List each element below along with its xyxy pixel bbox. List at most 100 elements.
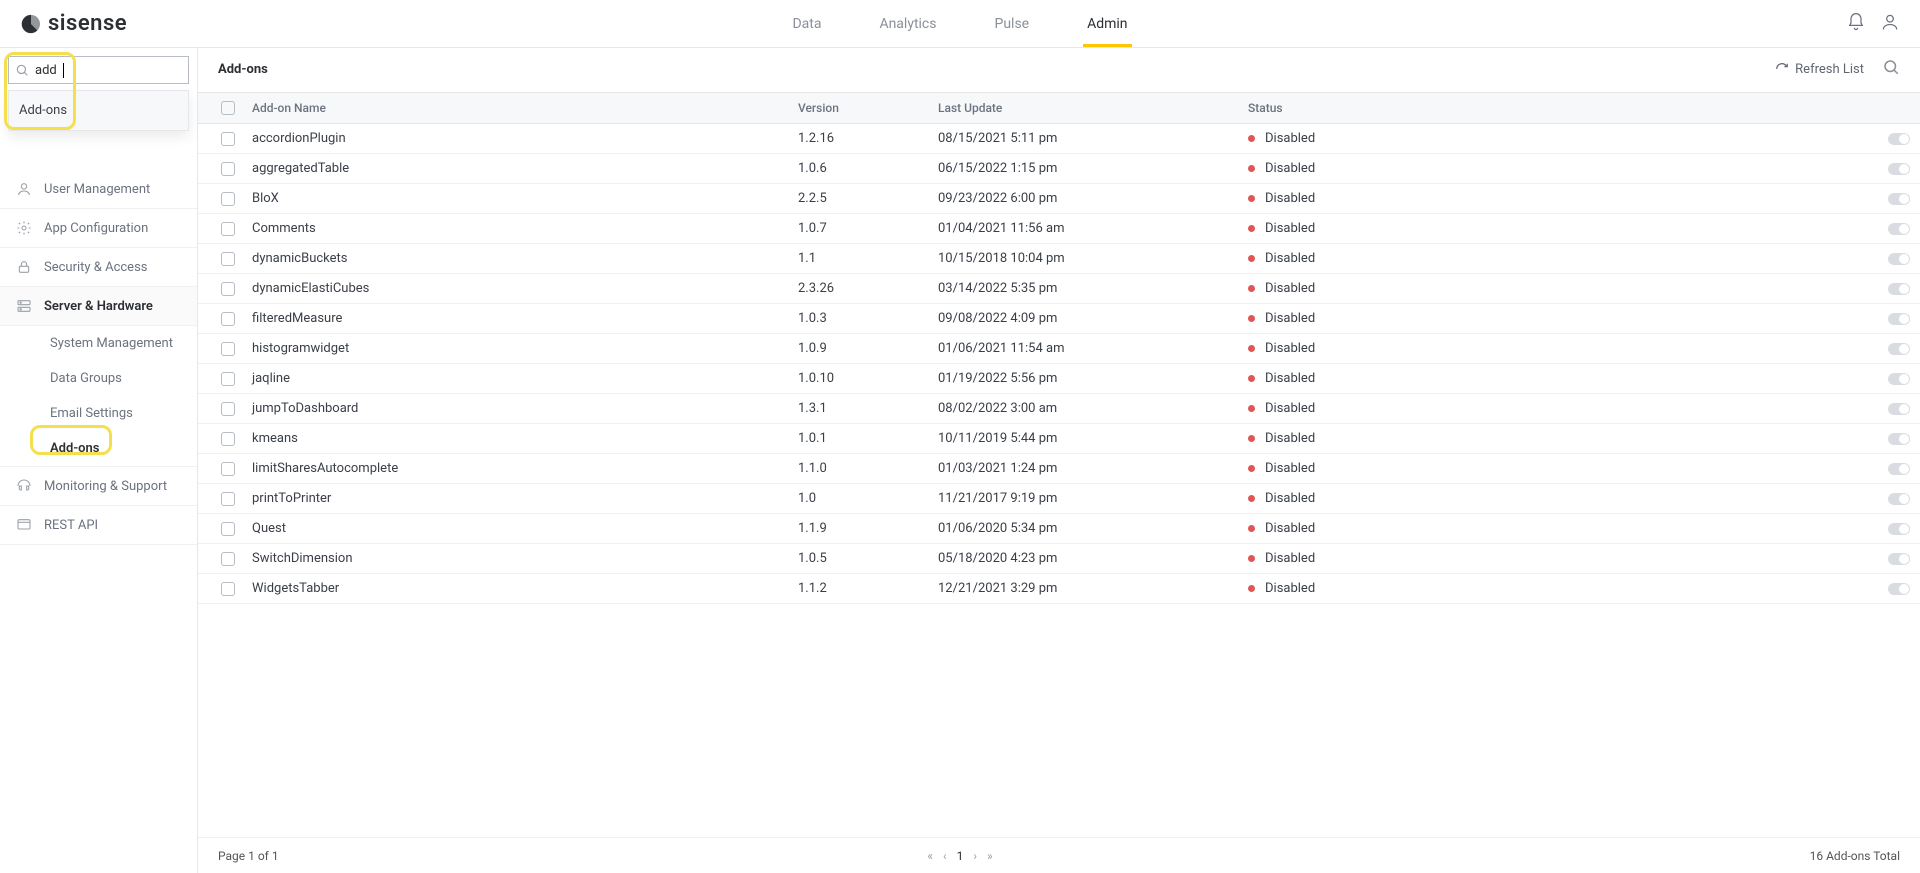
row-checkbox[interactable]	[221, 462, 235, 476]
row-checkbox[interactable]	[221, 132, 235, 146]
row-checkbox[interactable]	[221, 552, 235, 566]
cell-date: 01/19/2022 5:56 pm	[938, 371, 1248, 386]
sidebar-sub-data-groups[interactable]: Data Groups	[0, 361, 197, 396]
enable-toggle[interactable]	[1888, 373, 1910, 385]
row-checkbox[interactable]	[221, 222, 235, 236]
enable-toggle[interactable]	[1888, 523, 1910, 535]
row-checkbox[interactable]	[221, 582, 235, 596]
sidebar-sub-email-settings[interactable]: Email Settings	[0, 396, 197, 431]
table-row[interactable]: dynamicElastiCubes2.3.2603/14/2022 5:35 …	[198, 274, 1920, 304]
nav-admin[interactable]: Admin	[1083, 1, 1131, 47]
status-dot-icon	[1248, 435, 1255, 442]
row-checkbox[interactable]	[221, 522, 235, 536]
row-checkbox[interactable]	[221, 282, 235, 296]
nav-pulse[interactable]: Pulse	[990, 1, 1033, 47]
status-dot-icon	[1248, 585, 1255, 592]
cell-version: 1.0	[798, 491, 938, 506]
sidebar-item-label: App Configuration	[44, 221, 148, 236]
cell-status: Disabled	[1248, 161, 1870, 176]
enable-toggle[interactable]	[1888, 313, 1910, 325]
col-header-name[interactable]: Add-on Name	[248, 101, 798, 115]
table-row[interactable]: Quest1.1.901/06/2020 5:34 pmDisabled	[198, 514, 1920, 544]
row-checkbox[interactable]	[221, 372, 235, 386]
sidebar-item-user-management[interactable]: User Management	[0, 170, 197, 209]
enable-toggle[interactable]	[1888, 463, 1910, 475]
profile-icon[interactable]	[1880, 12, 1900, 36]
table-row[interactable]: limitSharesAutocomplete1.1.001/03/2021 1…	[198, 454, 1920, 484]
enable-toggle[interactable]	[1888, 163, 1910, 175]
refresh-list-button[interactable]: Refresh List	[1775, 62, 1864, 77]
pager-first-icon[interactable]: «	[927, 849, 933, 863]
sidebar-item-monitoring-support[interactable]: Monitoring & Support	[0, 466, 197, 506]
table-row[interactable]: SwitchDimension1.0.505/18/2020 4:23 pmDi…	[198, 544, 1920, 574]
row-checkbox[interactable]	[221, 492, 235, 506]
nav-data[interactable]: Data	[788, 1, 825, 47]
enable-toggle[interactable]	[1888, 223, 1910, 235]
col-header-date[interactable]: Last Update	[938, 101, 1248, 115]
cell-version: 1.0.1	[798, 431, 938, 446]
table-row[interactable]: BloX2.2.509/23/2022 6:00 pmDisabled	[198, 184, 1920, 214]
sidebar-sub-system-management[interactable]: System Management	[0, 326, 197, 361]
status-dot-icon	[1248, 255, 1255, 262]
enable-toggle[interactable]	[1888, 193, 1910, 205]
content-search-button[interactable]	[1882, 58, 1900, 80]
sidebar-item-app-configuration[interactable]: App Configuration	[0, 209, 197, 248]
table-footer: Page 1 of 1 « ‹ 1 › » 16 Add-ons Total	[198, 837, 1920, 873]
cell-date: 09/08/2022 4:09 pm	[938, 311, 1248, 326]
table-row[interactable]: filteredMeasure1.0.309/08/2022 4:09 pmDi…	[198, 304, 1920, 334]
nav-analytics[interactable]: Analytics	[875, 1, 940, 47]
table-header: Add-on Name Version Last Update Status	[198, 92, 1920, 124]
enable-toggle[interactable]	[1888, 403, 1910, 415]
sidebar-search[interactable]: add	[8, 56, 189, 84]
pager-prev-icon[interactable]: ‹	[943, 849, 947, 863]
row-checkbox[interactable]	[221, 312, 235, 326]
enable-toggle[interactable]	[1888, 583, 1910, 595]
enable-toggle[interactable]	[1888, 253, 1910, 265]
table-row[interactable]: dynamicBuckets1.110/15/2018 10:04 pmDisa…	[198, 244, 1920, 274]
enable-toggle[interactable]	[1888, 283, 1910, 295]
row-checkbox[interactable]	[221, 402, 235, 416]
status-dot-icon	[1248, 465, 1255, 472]
sidebar-sub-addons[interactable]: Add-ons	[0, 431, 197, 466]
enable-toggle[interactable]	[1888, 493, 1910, 505]
notifications-icon[interactable]	[1846, 12, 1866, 36]
enable-toggle[interactable]	[1888, 433, 1910, 445]
table-row[interactable]: aggregatedTable1.0.606/15/2022 1:15 pmDi…	[198, 154, 1920, 184]
search-input[interactable]: add	[35, 63, 57, 78]
table-row[interactable]: Comments1.0.701/04/2021 11:56 amDisabled	[198, 214, 1920, 244]
table-row[interactable]: kmeans1.0.110/11/2019 5:44 pmDisabled	[198, 424, 1920, 454]
brand-logo: sisense	[20, 11, 127, 36]
select-all-checkbox[interactable]	[221, 101, 235, 115]
row-checkbox[interactable]	[221, 432, 235, 446]
row-checkbox[interactable]	[221, 342, 235, 356]
table-row[interactable]: histogramwidget1.0.901/06/2021 11:54 amD…	[198, 334, 1920, 364]
enable-toggle[interactable]	[1888, 133, 1910, 145]
cell-name: kmeans	[248, 431, 798, 446]
table-row[interactable]: printToPrinter1.011/21/2017 9:19 pmDisab…	[198, 484, 1920, 514]
table-row[interactable]: accordionPlugin1.2.1608/15/2021 5:11 pmD…	[198, 124, 1920, 154]
pager-last-icon[interactable]: »	[987, 849, 993, 863]
autocomplete-item-addons[interactable]: Add-ons	[9, 91, 188, 130]
enable-toggle[interactable]	[1888, 553, 1910, 565]
cell-status: Disabled	[1248, 281, 1870, 296]
col-header-status[interactable]: Status	[1248, 101, 1870, 115]
row-checkbox[interactable]	[221, 252, 235, 266]
cell-name: SwitchDimension	[248, 551, 798, 566]
sidebar-item-security-access[interactable]: Security & Access	[0, 248, 197, 287]
col-header-version[interactable]: Version	[798, 101, 938, 115]
search-icon	[15, 63, 29, 77]
pager-next-icon[interactable]: ›	[973, 849, 977, 863]
sidebar-item-label: Server & Hardware	[44, 299, 153, 314]
sidebar-item-rest-api[interactable]: REST API	[0, 506, 197, 545]
table-row[interactable]: jaqline1.0.1001/19/2022 5:56 pmDisabled	[198, 364, 1920, 394]
row-checkbox[interactable]	[221, 192, 235, 206]
cell-date: 06/15/2022 1:15 pm	[938, 161, 1248, 176]
cell-name: BloX	[248, 191, 798, 206]
sidebar-item-server-hardware[interactable]: Server & Hardware	[0, 287, 197, 326]
table-row[interactable]: WidgetsTabber1.1.212/21/2021 3:29 pmDisa…	[198, 574, 1920, 604]
row-checkbox[interactable]	[221, 162, 235, 176]
cell-name: dynamicElastiCubes	[248, 281, 798, 296]
enable-toggle[interactable]	[1888, 343, 1910, 355]
cell-version: 1.0.3	[798, 311, 938, 326]
table-row[interactable]: jumpToDashboard1.3.108/02/2022 3:00 amDi…	[198, 394, 1920, 424]
